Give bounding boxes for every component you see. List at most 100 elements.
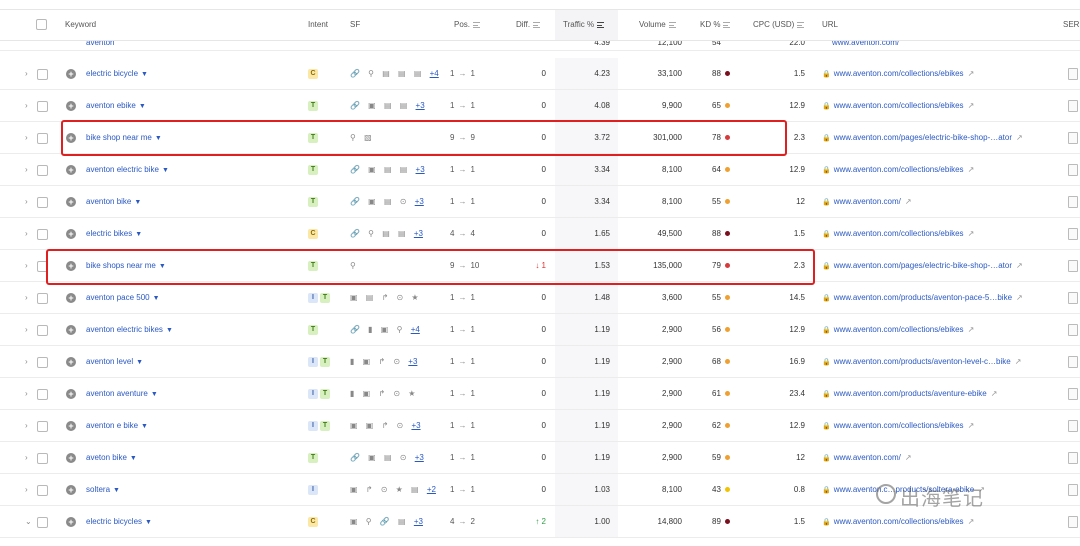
intent-badge[interactable]: T [320,420,330,431]
intent-badge[interactable]: I [308,356,318,367]
url-link[interactable]: 🔒 www.aventon.com/collections/ebikes ↗ [822,314,974,346]
intent-badge[interactable]: I [308,388,318,399]
intent-badge[interactable]: I [308,292,318,303]
add-to-list-icon[interactable]: + [66,421,76,431]
serp-snapshot-icon[interactable] [1068,260,1078,272]
serp-snapshot-icon[interactable] [1068,196,1078,208]
external-link-icon[interactable]: ↗ [968,165,975,174]
keyword-link[interactable]: aventon pace 500 ▼ [86,282,160,314]
keyword-link[interactable]: soltera ▼ [86,474,120,506]
chevron-right-icon[interactable]: › [25,122,28,154]
intent-badge[interactable]: T [320,292,330,303]
col-diff[interactable]: Diff. [516,10,541,40]
keyword-link[interactable]: aventon ebike ▼ [86,90,146,122]
intent-badge[interactable]: T [320,388,330,399]
intent-badge[interactable]: T [308,132,318,143]
row-checkbox[interactable] [37,325,48,336]
col-sf[interactable]: SF [350,10,360,40]
intent-badge[interactable]: I [308,484,318,495]
col-cpc[interactable]: CPC (USD) [753,10,805,40]
chevron-right-icon[interactable]: › [25,410,28,442]
col-url[interactable]: URL [822,10,838,40]
add-to-list-icon[interactable]: + [66,293,76,303]
url-link[interactable]: 🔒 www.aventon.com/products/aventure-ebike… [822,378,997,410]
serp-features-more-link[interactable]: +3 [414,517,423,526]
keyword-link[interactable]: aventon level ▼ [86,346,143,378]
caret-down-icon[interactable]: ▼ [159,263,166,270]
chevron-right-icon[interactable]: › [25,154,28,186]
serp-snapshot-icon[interactable] [1068,388,1078,400]
serp-snapshot-icon[interactable] [1068,68,1078,80]
chevron-right-icon[interactable]: › [25,186,28,218]
intent-badge[interactable]: I [308,420,318,431]
external-link-icon[interactable]: ↗ [1016,133,1023,142]
external-link-icon[interactable]: ↗ [905,197,912,206]
chevron-right-icon[interactable]: › [25,442,28,474]
col-intent[interactable]: Intent [308,10,328,40]
caret-down-icon[interactable]: ▼ [145,519,152,526]
url-link[interactable]: 🔒 www.aventon.com/collections/ebikes ↗ [822,154,974,186]
add-to-list-icon[interactable]: + [66,261,76,271]
external-link-icon[interactable]: ↗ [1016,261,1023,270]
serp-snapshot-icon[interactable] [1068,132,1078,144]
keyword-link[interactable]: electric bicycles ▼ [86,506,152,538]
keyword-link[interactable]: aventon electric bikes ▼ [86,314,173,346]
intent-badge[interactable]: T [308,324,318,335]
keyword-link[interactable]: aventon aventure ▼ [86,378,158,410]
external-link-icon[interactable]: ↗ [968,517,975,526]
row-checkbox[interactable] [37,293,48,304]
url-link[interactable]: 🔒 www.aventon.com/products/aventon-pace-5… [822,282,1023,314]
url-link[interactable]: 🔒 www.aventon.com/collections/ebikes ↗ [822,410,974,442]
col-serp[interactable]: SERP [1063,10,1080,40]
external-link-icon[interactable]: ↗ [968,325,975,334]
caret-down-icon[interactable]: ▼ [113,487,120,494]
serp-snapshot-icon[interactable] [1068,292,1078,304]
chevron-right-icon[interactable]: › [25,474,28,506]
caret-down-icon[interactable]: ▼ [153,295,160,302]
external-link-icon[interactable]: ↗ [991,389,998,398]
chevron-right-icon[interactable]: › [25,250,28,282]
caret-down-icon[interactable]: ▼ [166,327,173,334]
chevron-right-icon[interactable]: › [25,58,28,90]
serp-features-more-link[interactable]: +3 [415,453,424,462]
keyword-link[interactable]: electric bicycle ▼ [86,58,148,90]
chevron-right-icon[interactable]: › [25,218,28,250]
external-link-icon[interactable]: ↗ [905,453,912,462]
url-link[interactable]: 🔒 www.aventon.com/↗ [822,442,912,474]
row-checkbox[interactable] [37,453,48,464]
serp-features-more-link[interactable]: +4 [430,69,439,78]
add-to-list-icon[interactable]: + [66,485,76,495]
row-checkbox[interactable] [37,389,48,400]
add-to-list-icon[interactable]: + [66,229,76,239]
select-all-checkbox[interactable] [36,19,47,30]
chevron-right-icon[interactable]: › [25,346,28,378]
url-link[interactable]: 🔒 www.aventon.com/collections/ebikes ↗ [822,218,974,250]
add-to-list-icon[interactable]: + [66,69,76,79]
add-to-list-icon[interactable]: + [66,517,76,527]
caret-down-icon[interactable]: ▼ [134,199,141,206]
external-link-icon[interactable]: ↗ [1015,357,1022,366]
keyword-link[interactable]: aventon electric bike ▼ [86,154,169,186]
row-checkbox[interactable] [37,101,48,112]
col-kd[interactable]: KD % [700,10,731,40]
keyword-link[interactable]: bike shops near me ▼ [86,250,166,282]
serp-snapshot-icon[interactable] [1068,228,1078,240]
intent-badge[interactable]: T [308,196,318,207]
add-to-list-icon[interactable]: + [66,453,76,463]
url-link[interactable]: 🔒 www.aventon.com/↗ [822,186,912,218]
keyword-link[interactable]: aventon e bike ▼ [86,410,148,442]
keyword-link[interactable]: electric bikes ▼ [86,218,142,250]
serp-snapshot-icon[interactable] [1068,484,1078,496]
keyword-link[interactable]: aveton bike ▼ [86,442,137,474]
row-checkbox[interactable] [37,197,48,208]
serp-features-more-link[interactable]: +3 [416,165,425,174]
row-checkbox[interactable] [37,69,48,80]
caret-down-icon[interactable]: ▼ [162,167,169,174]
serp-features-more-link[interactable]: +4 [411,325,420,334]
intent-badge[interactable]: T [308,452,318,463]
url-link[interactable]: 🔒 www.aventon.com/pages/electric-bike-sho… [822,122,1023,154]
intent-badge[interactable]: T [308,260,318,271]
chevron-right-icon[interactable]: › [25,282,28,314]
row-checkbox[interactable] [37,133,48,144]
caret-down-icon[interactable]: ▼ [130,455,137,462]
